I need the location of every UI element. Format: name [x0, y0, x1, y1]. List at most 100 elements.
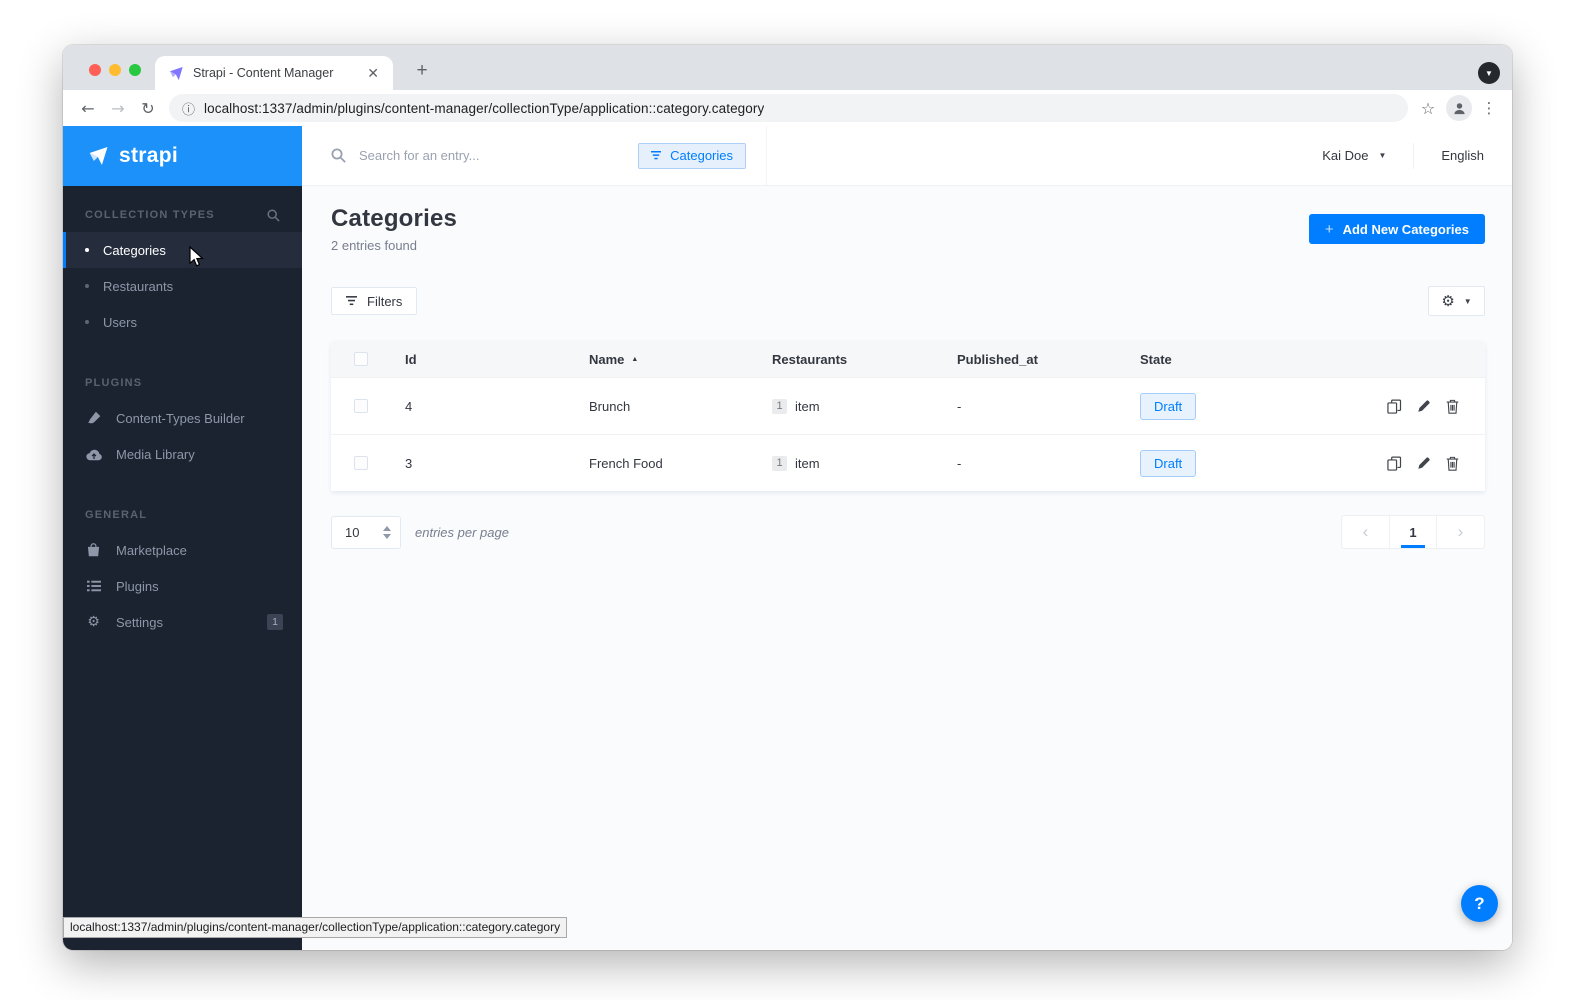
sidebar-item-label: Content-Types Builder	[116, 410, 245, 426]
browser-menu-icon[interactable]: ⋮	[1476, 99, 1502, 117]
filter-icon	[346, 296, 357, 306]
downloads-button[interactable]: ▼	[1478, 62, 1500, 84]
sidebar-item-categories[interactable]: Categories	[63, 232, 302, 268]
edit-icon[interactable]	[1417, 456, 1431, 470]
table-row[interactable]: 4 Brunch 1 item - Draft	[331, 377, 1485, 434]
search-icon	[331, 148, 346, 163]
sidebar-section-plugins: PLUGINS Content-Types Builder Media Libr…	[63, 371, 302, 472]
cell-restaurants: 1 item	[758, 398, 943, 414]
sidebar-item-label: Restaurants	[103, 278, 174, 294]
strapi-logo-icon	[89, 147, 108, 165]
sidebar-item-marketplace[interactable]: Marketplace	[63, 532, 302, 568]
search-icon[interactable]	[267, 208, 280, 222]
current-page[interactable]: 1	[1389, 516, 1437, 548]
active-page-indicator	[1401, 545, 1425, 548]
duplicate-icon[interactable]	[1387, 456, 1402, 471]
column-header-id[interactable]: Id	[391, 352, 575, 367]
shopping-bag-icon	[85, 543, 102, 557]
page-title: Categories	[331, 205, 458, 232]
help-button[interactable]: ?	[1461, 885, 1498, 922]
column-header-name[interactable]: Name ▲	[575, 352, 758, 367]
header-divider	[1413, 142, 1415, 169]
sidebar-item-label: Plugins	[116, 578, 159, 594]
strapi-admin: strapi COLLECTION TYPES Categories Resta	[63, 126, 1512, 950]
delete-icon[interactable]	[1446, 399, 1459, 414]
bookmark-star-icon[interactable]: ☆	[1414, 99, 1442, 118]
close-window-button[interactable]	[89, 64, 101, 76]
header-right: Kai Doe ▼ English	[767, 126, 1512, 185]
strapi-favicon-icon	[169, 66, 183, 80]
column-header-state[interactable]: State	[1126, 352, 1357, 367]
cell-name: Brunch	[589, 398, 631, 414]
delete-icon[interactable]	[1446, 456, 1459, 471]
chevron-right-icon[interactable]: ›	[1437, 516, 1484, 548]
chevron-down-icon: ▼	[1485, 68, 1493, 78]
plus-icon: +	[1324, 220, 1334, 238]
column-header-published-at[interactable]: Published_at	[943, 352, 1126, 367]
url-text: localhost:1337/admin/plugins/content-man…	[204, 100, 765, 116]
cell-restaurants: 1 item	[758, 455, 943, 471]
sidebar-item-settings[interactable]: ⚙ Settings 1	[63, 604, 302, 640]
state-badge: Draft	[1140, 392, 1197, 420]
sidebar-item-restaurants[interactable]: Restaurants	[63, 268, 302, 304]
back-icon[interactable]: ←	[73, 99, 103, 118]
per-page-label: entries per page	[415, 524, 509, 540]
count-label: item	[795, 455, 820, 471]
user-menu[interactable]: Kai Doe ▼	[1322, 148, 1386, 163]
sidebar-item-media-library[interactable]: Media Library	[63, 436, 302, 472]
logo-wordmark: strapi	[119, 144, 178, 167]
column-header-restaurants[interactable]: Restaurants	[758, 352, 943, 367]
strapi-logo[interactable]: strapi	[63, 126, 302, 186]
cloud-upload-icon	[85, 448, 102, 461]
tab-strip: Strapi - Content Manager ✕ + ▼	[63, 45, 1512, 90]
entries-per-page-select[interactable]: 10	[331, 515, 401, 549]
main-area: Categories Kai Doe ▼ English Categories	[302, 126, 1512, 950]
sidebar-section-collection-types: COLLECTION TYPES Categories Restaurants	[63, 203, 302, 340]
person-icon	[1453, 102, 1465, 114]
new-tab-button[interactable]: +	[407, 56, 437, 86]
forward-icon[interactable]: →	[103, 99, 133, 118]
select-all-checkbox[interactable]	[354, 352, 368, 366]
count-badge: 1	[772, 398, 787, 414]
top-header: Categories Kai Doe ▼ English	[302, 126, 1512, 186]
sidebar-item-content-types-builder[interactable]: Content-Types Builder	[63, 400, 302, 436]
entries-count: 2 entries found	[331, 238, 418, 253]
table-row[interactable]: 3 French Food 1 item - Draft	[331, 434, 1485, 491]
chevron-left-icon[interactable]: ‹	[1342, 516, 1389, 548]
browser-toolbar: ← → ↻ ⓘ localhost:1337/admin/plugins/con…	[63, 90, 1512, 126]
caret-down-icon: ▼	[1378, 151, 1387, 160]
list-icon	[85, 580, 102, 592]
browser-profile-avatar[interactable]	[1446, 95, 1472, 121]
tab-close-icon[interactable]: ✕	[365, 64, 381, 82]
bullet-icon	[85, 320, 89, 324]
sidebar-item-plugins[interactable]: Plugins	[63, 568, 302, 604]
address-bar[interactable]: ⓘ localhost:1337/admin/plugins/content-m…	[169, 94, 1408, 122]
row-checkbox[interactable]	[354, 399, 368, 413]
gear-icon: ⚙	[87, 614, 100, 630]
stepper-icon	[383, 525, 391, 539]
reload-icon[interactable]: ↻	[133, 99, 163, 118]
table-settings-button[interactable]: ⚙ ▼	[1428, 286, 1485, 316]
collection-filter-chip[interactable]: Categories	[638, 142, 746, 169]
sidebar-item-label: Users	[103, 314, 137, 330]
question-mark-icon: ?	[1474, 893, 1485, 913]
row-checkbox[interactable]	[354, 456, 368, 470]
add-new-categories-button[interactable]: + Add New Categories	[1308, 214, 1485, 244]
edit-icon[interactable]	[1417, 399, 1431, 413]
sidebar-item-users[interactable]: Users	[63, 304, 302, 340]
caret-down-icon: ▼	[1463, 296, 1472, 306]
language-selector[interactable]: English	[1441, 148, 1484, 163]
minimize-window-button[interactable]	[109, 64, 121, 76]
search-input[interactable]	[359, 148, 626, 163]
duplicate-icon[interactable]	[1387, 399, 1402, 414]
chip-label: Categories	[670, 148, 733, 163]
count-badge: 1	[772, 455, 787, 471]
cell-name: French Food	[589, 455, 663, 471]
browser-tab[interactable]: Strapi - Content Manager ✕	[155, 56, 393, 90]
sidebar-item-label: Media Library	[116, 446, 195, 462]
filter-icon	[651, 151, 662, 160]
sidebar-item-label: Marketplace	[116, 542, 187, 558]
page-info-icon[interactable]: ⓘ	[182, 99, 195, 118]
zoom-window-button[interactable]	[129, 64, 141, 76]
filters-button[interactable]: Filters	[331, 287, 418, 315]
